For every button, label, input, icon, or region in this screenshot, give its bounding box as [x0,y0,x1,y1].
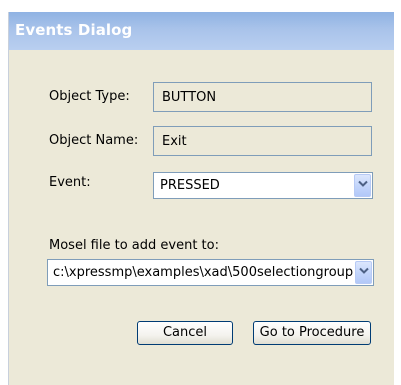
events-dialog: Events Dialog Object Type: BUTTON Object… [8,12,394,385]
go-to-procedure-button[interactable]: Go to Procedure [253,321,371,345]
event-select[interactable]: PRESSED [153,172,373,199]
event-select-value: PRESSED [160,178,220,193]
mosel-file-select[interactable]: c:\xpressmp\examples\xad\500selectiongro… [47,259,374,286]
title-bar[interactable]: Events Dialog [9,12,394,50]
object-name-field: Exit [153,126,372,156]
object-name-label: Object Name: [49,133,139,148]
chevron-down-icon [359,267,369,274]
mosel-file-dropdown-button[interactable] [355,261,372,284]
chevron-down-icon [358,180,368,187]
mosel-file-label: Mosel file to add event to: [49,238,219,253]
object-type-label: Object Type: [49,89,130,104]
event-label: Event: [49,175,91,190]
dialog-title: Events Dialog [15,21,133,39]
event-dropdown-button[interactable] [354,174,371,197]
object-type-field: BUTTON [153,82,372,112]
cancel-button[interactable]: Cancel [137,321,233,345]
mosel-file-select-value: c:\xpressmp\examples\xad\500selectiongro… [53,265,354,280]
